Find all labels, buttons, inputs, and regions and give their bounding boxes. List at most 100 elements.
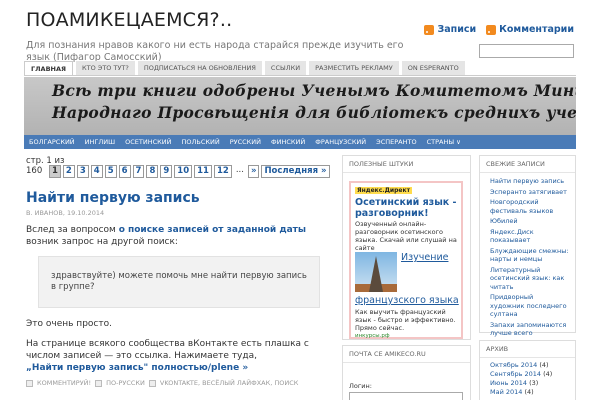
comment-link[interactable]: КОММЕНТИРУЙ! bbox=[37, 379, 91, 387]
archive-month-link[interactable]: Июнь 2014 bbox=[490, 379, 527, 387]
archive-item: Май 2014 (4) bbox=[490, 388, 569, 397]
last-page-button[interactable]: Последняя » bbox=[261, 165, 330, 178]
post-text: Вслед за вопросом bbox=[26, 225, 119, 235]
lang-esperanto[interactable]: ЭСПЕРАНТО bbox=[371, 135, 421, 149]
archive-list: Октябрь 2014 (4) Сентябрь 2014 (4) Июнь … bbox=[480, 358, 575, 397]
recent-post-link[interactable]: Яндекс.Диск показывает bbox=[490, 228, 569, 245]
ad-block: Яндекс.Директ Осетинский язык - разговор… bbox=[349, 181, 463, 339]
language-navigation: БОЛГАРСКИЙ ИНГЛИШ ОСЕТИНСКИЙ ПОЛЬСКИЙ РУ… bbox=[24, 135, 576, 149]
category-link[interactable]: ПО-РУССКИ bbox=[106, 379, 145, 387]
tags-link[interactable]: VKONTAKTE, ВЕСЁЛЫЙ ЛАЙФХАК, ПОИСК bbox=[160, 379, 298, 387]
recent-post-link[interactable]: Блуждающие смежны: нарты и немцы bbox=[490, 247, 569, 264]
lang-english[interactable]: ИНГЛИШ bbox=[80, 135, 120, 149]
post-title[interactable]: Найти первую запись bbox=[26, 190, 200, 206]
page-link[interactable]: 7 bbox=[132, 165, 145, 178]
post-paragraph: На странице всякого сообщества вКонтакте… bbox=[26, 338, 336, 374]
lang-polish[interactable]: ПОЛЬСКИЙ bbox=[176, 135, 224, 149]
archive-month-link[interactable]: Октябрь 2014 bbox=[490, 361, 537, 369]
yandex-direct-label[interactable]: Яндекс.Директ bbox=[355, 187, 413, 194]
lang-ossetian[interactable]: ОСЕТИНСКИЙ bbox=[120, 135, 176, 149]
rss-icon bbox=[486, 24, 497, 35]
archive-title: АРХИВ bbox=[480, 341, 575, 358]
posts-feed-label[interactable]: Записи bbox=[437, 24, 476, 35]
ad-2-title[interactable]: Изучение bbox=[401, 252, 463, 264]
archive-month-link[interactable]: Май 2014 bbox=[490, 388, 522, 396]
archive-month-link[interactable]: Сентябрь 2014 bbox=[490, 370, 541, 378]
posts-feed-link[interactable]: Записи bbox=[424, 24, 476, 35]
mail-widget-title: ПОЧТА СЕ AMIKECO.RU bbox=[343, 346, 470, 363]
banner-line-2: Народнаго Просвѣщенія для библіотекъ сре… bbox=[52, 103, 576, 122]
pagination-ellipsis: ... bbox=[233, 165, 246, 178]
page-link[interactable]: 5 bbox=[104, 165, 117, 178]
top-navigation: ГЛАВНАЯ КТО ЭТО ТУТ? ПОДПИСАТЬСЯ НА ОБНО… bbox=[24, 61, 576, 75]
recent-post-link[interactable]: Запахи запоминаются лучше всего bbox=[490, 321, 569, 338]
page-link[interactable]: 10 bbox=[174, 165, 193, 178]
recent-post-link[interactable]: Эсперанто затягивает bbox=[490, 188, 569, 197]
nav-item-esperanto[interactable]: ON ESPERANTO bbox=[401, 61, 465, 75]
next-page-button[interactable]: » bbox=[247, 165, 260, 178]
login-label: Логин: bbox=[349, 382, 372, 390]
tag-icon bbox=[148, 379, 156, 387]
ad-2-url[interactable]: инкурсы.рф bbox=[355, 333, 390, 339]
page-link[interactable]: 3 bbox=[76, 165, 89, 178]
archive-count: (4) bbox=[543, 370, 553, 378]
page-link[interactable]: 4 bbox=[90, 165, 103, 178]
pagination: 1 2 3 4 5 6 7 8 9 10 11 12 ... » Последн… bbox=[49, 165, 330, 178]
ad-1-title[interactable]: Осетинский язык - разговорник! bbox=[355, 197, 457, 219]
page-link[interactable]: 6 bbox=[118, 165, 131, 178]
comments-feed-link[interactable]: Комментарии bbox=[486, 24, 574, 35]
nav-item-links[interactable]: ССЫЛКИ bbox=[264, 61, 307, 75]
search-input[interactable] bbox=[479, 44, 574, 58]
post-text: возник запрос на другой поиск: bbox=[26, 237, 178, 247]
nav-item-subscribe[interactable]: ПОДПИСАТЬСЯ НА ОБНОВЛЕНИЯ bbox=[137, 61, 262, 75]
useful-widget: ПОЛЕЗНЫЕ ШТУКИ Яндекс.Директ Осетинский … bbox=[342, 155, 471, 340]
post-quote: здравствуйте) можете помочь мне найти пе… bbox=[38, 256, 320, 308]
eiffel-tower-image[interactable] bbox=[355, 252, 397, 292]
post-paragraph: Это очень просто. bbox=[26, 319, 112, 329]
ad-2-title-continued[interactable]: французского языка bbox=[355, 295, 459, 306]
lang-countries-dropdown[interactable]: СТРАНЫ ∨ bbox=[422, 135, 466, 149]
comment-icon bbox=[26, 379, 33, 387]
mail-widget: ПОЧТА СЕ AMIKECO.RU Логин: bbox=[342, 345, 471, 400]
login-input[interactable] bbox=[349, 392, 463, 400]
recent-posts-title: СВЕЖИЕ ЗАПИСИ bbox=[480, 156, 575, 173]
recent-post-link[interactable]: Юбилей bbox=[490, 217, 569, 226]
archive-item: Октябрь 2014 (4) bbox=[490, 361, 569, 370]
post-inline-link[interactable]: о поиске записей от заданной даты bbox=[119, 225, 306, 235]
page-link[interactable]: 11 bbox=[194, 165, 212, 178]
comments-feed-label[interactable]: Комментарии bbox=[499, 24, 574, 35]
banner-line-1: Всѣ три книги одобрены Ученымъ Комитетом… bbox=[52, 81, 576, 100]
archive-count: (4) bbox=[524, 388, 534, 396]
lang-french[interactable]: ФРАНЦУЗСКИЙ bbox=[310, 135, 371, 149]
nav-item-advertise[interactable]: РАЗМЕСТИТЬ РЕКЛАМУ bbox=[309, 61, 399, 75]
lang-russian[interactable]: РУССКИЙ bbox=[225, 135, 266, 149]
recent-post-link[interactable]: Литературный осетинский язык: как читать bbox=[490, 266, 569, 292]
page-link[interactable]: 2 bbox=[62, 165, 75, 178]
recent-post-link[interactable]: Найти первую запись bbox=[490, 177, 569, 186]
recent-post-link[interactable]: Новгородский фестиваль языков bbox=[490, 198, 569, 215]
page-link[interactable]: 12 bbox=[213, 165, 232, 178]
useful-widget-title: ПОЛЕЗНЫЕ ШТУКИ bbox=[343, 156, 470, 173]
site-title[interactable]: ПОАМИКЕЦАЕМСЯ?.. bbox=[26, 9, 232, 31]
recent-posts-list: Найти первую запись Эсперанто затягивает… bbox=[480, 173, 575, 338]
archive-count: (4) bbox=[539, 361, 549, 369]
lang-finnish[interactable]: ФИНСКИЙ bbox=[266, 135, 310, 149]
lang-bulgarian[interactable]: БОЛГАРСКИЙ bbox=[24, 135, 80, 149]
post-footer: КОММЕНТИРУЙ! ПО-РУССКИ VKONTAKTE, ВЕСЁЛЫ… bbox=[26, 379, 298, 387]
header-banner: Всѣ три книги одобрены Ученымъ Комитетом… bbox=[24, 77, 576, 136]
page-link[interactable]: 8 bbox=[146, 165, 159, 178]
archive-count: (3) bbox=[529, 379, 539, 387]
page-link[interactable]: 9 bbox=[160, 165, 173, 178]
nav-divider bbox=[24, 75, 576, 76]
archive-widget: АРХИВ Октябрь 2014 (4) Сентябрь 2014 (4)… bbox=[479, 340, 576, 400]
recent-post-link[interactable]: Придворный художник последнего султана bbox=[490, 293, 569, 319]
nav-item-about[interactable]: КТО ЭТО ТУТ? bbox=[76, 61, 135, 75]
tower-shape bbox=[369, 256, 383, 292]
post-meta: В. ИВАНОВ, 19.10.2014 bbox=[26, 209, 105, 217]
nav-item-home[interactable]: ГЛАВНАЯ bbox=[24, 61, 74, 75]
folder-icon bbox=[95, 379, 103, 387]
read-more-link[interactable]: „Найти первую запись" полностью/plene » bbox=[26, 363, 248, 373]
archive-item: Июнь 2014 (3) bbox=[490, 379, 569, 388]
feed-links: Записи Комментарии bbox=[424, 24, 574, 35]
ad-1-description: Озвученный онлайн-разговорник осетинског… bbox=[355, 220, 457, 252]
